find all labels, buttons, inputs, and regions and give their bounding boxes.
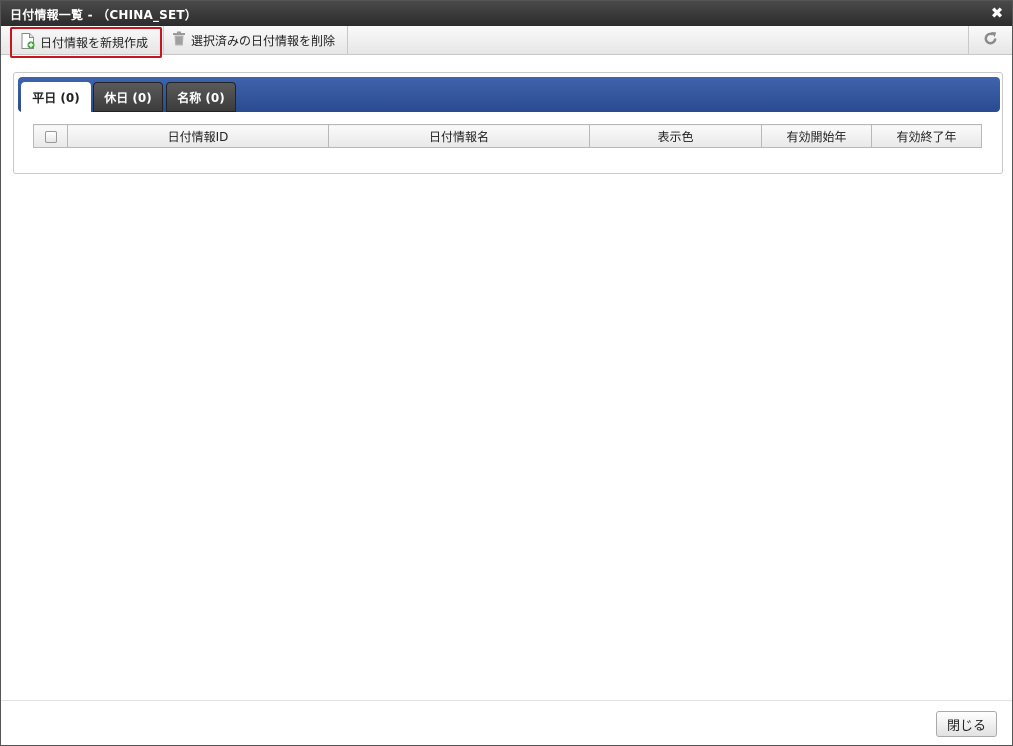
new-date-info-button[interactable]: 日付情報を新規作成 [10, 27, 162, 58]
table-header-row: 日付情報ID 日付情報名 表示色 有効開始年 有効終了年 [33, 124, 982, 148]
dialog-footer: 閉じる [1, 700, 1012, 745]
toolbar-divider [163, 26, 164, 54]
column-header-id[interactable]: 日付情報ID [67, 124, 329, 148]
delete-selected-button[interactable]: 選択済みの日付情報を削除 [172, 26, 348, 54]
tab-panel: 平日 (0) 休日 (0) 名称 (0) 日付情報ID 日付情報名 表示色 有効… [13, 72, 1003, 174]
close-button[interactable]: 閉じる [936, 711, 997, 737]
tab-bar: 平日 (0) 休日 (0) 名称 (0) [18, 77, 1000, 112]
select-all-cell [33, 124, 68, 148]
delete-selected-label: 選択済みの日付情報を削除 [191, 33, 336, 48]
column-header-end-year[interactable]: 有効終了年 [871, 124, 982, 148]
toolbar: 日付情報を新規作成 選択済みの日付情報を削除 [1, 26, 1012, 58]
new-document-icon [21, 33, 35, 52]
select-all-checkbox[interactable] [44, 130, 57, 143]
refresh-icon [983, 31, 998, 49]
tab-weekday[interactable]: 平日 (0) [21, 82, 91, 112]
dialog-window: 日付情報一覧 - （CHINA_SET） ✖ 日付情報を新規作成 選択済みの日付… [0, 0, 1013, 746]
column-header-name[interactable]: 日付情報名 [328, 124, 590, 148]
trash-icon [172, 31, 186, 49]
column-header-start-year[interactable]: 有効開始年 [761, 124, 872, 148]
title-bar: 日付情報一覧 - （CHINA_SET） ✖ [1, 1, 1012, 26]
new-date-info-label: 日付情報を新規作成 [40, 36, 149, 50]
tab-holiday[interactable]: 休日 (0) [93, 82, 163, 112]
column-header-color[interactable]: 表示色 [589, 124, 762, 148]
tab-name[interactable]: 名称 (0) [166, 82, 236, 112]
date-info-table: 日付情報ID 日付情報名 表示色 有効開始年 有効終了年 [33, 124, 982, 148]
window-title: 日付情報一覧 - （CHINA_SET） [10, 8, 198, 22]
refresh-button[interactable] [968, 26, 1012, 54]
close-icon[interactable]: ✖ [989, 4, 1005, 22]
